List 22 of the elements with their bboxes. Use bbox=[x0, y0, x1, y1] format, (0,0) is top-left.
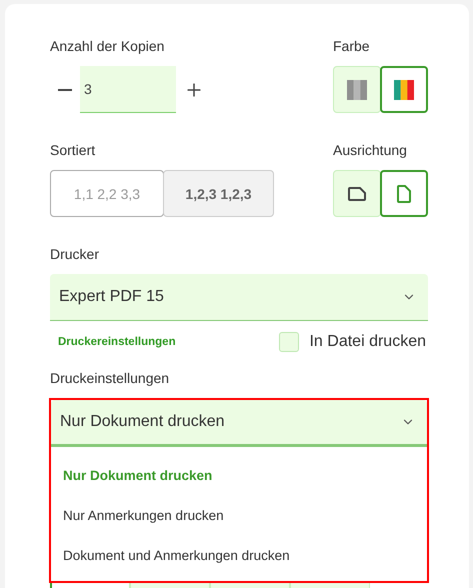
checkbox[interactable] bbox=[279, 332, 300, 352]
print-settings-select[interactable]: Nur Dokument drucken bbox=[51, 400, 427, 447]
dropdown-option[interactable]: Nur Anmerkungen drucken bbox=[51, 495, 427, 535]
field-label: Drucker bbox=[50, 245, 100, 264]
checkbox-label: In Datei drucken bbox=[309, 333, 426, 351]
field-label: Druckeinstellungen bbox=[50, 369, 170, 388]
dropdown-option[interactable]: Dokument und Anmerkungen drucken bbox=[51, 535, 427, 575]
printer-settings-link[interactable]: Druckereinstellungen bbox=[58, 336, 176, 348]
field-label: Sortiert bbox=[50, 141, 96, 160]
portrait-page-icon bbox=[397, 184, 411, 202]
landscape-page-icon bbox=[348, 186, 366, 200]
copies-input[interactable]: 3 bbox=[80, 66, 176, 113]
field-label: Farbe bbox=[333, 37, 371, 56]
grayscale-bars-icon bbox=[347, 80, 367, 100]
field-label: Anzahl der Kopien bbox=[50, 37, 166, 56]
printer-select[interactable]: Expert PDF 15 bbox=[50, 274, 428, 321]
dropdown-option[interactable]: Nur Dokument drucken bbox=[51, 455, 427, 495]
color-bars-icon bbox=[394, 80, 414, 100]
field-label: Ausrichtung bbox=[333, 141, 408, 160]
color-mode-button[interactable] bbox=[380, 66, 428, 113]
minus-icon bbox=[58, 88, 72, 90]
collate-option[interactable]: 1,2,3 1,2,3 bbox=[163, 170, 274, 217]
